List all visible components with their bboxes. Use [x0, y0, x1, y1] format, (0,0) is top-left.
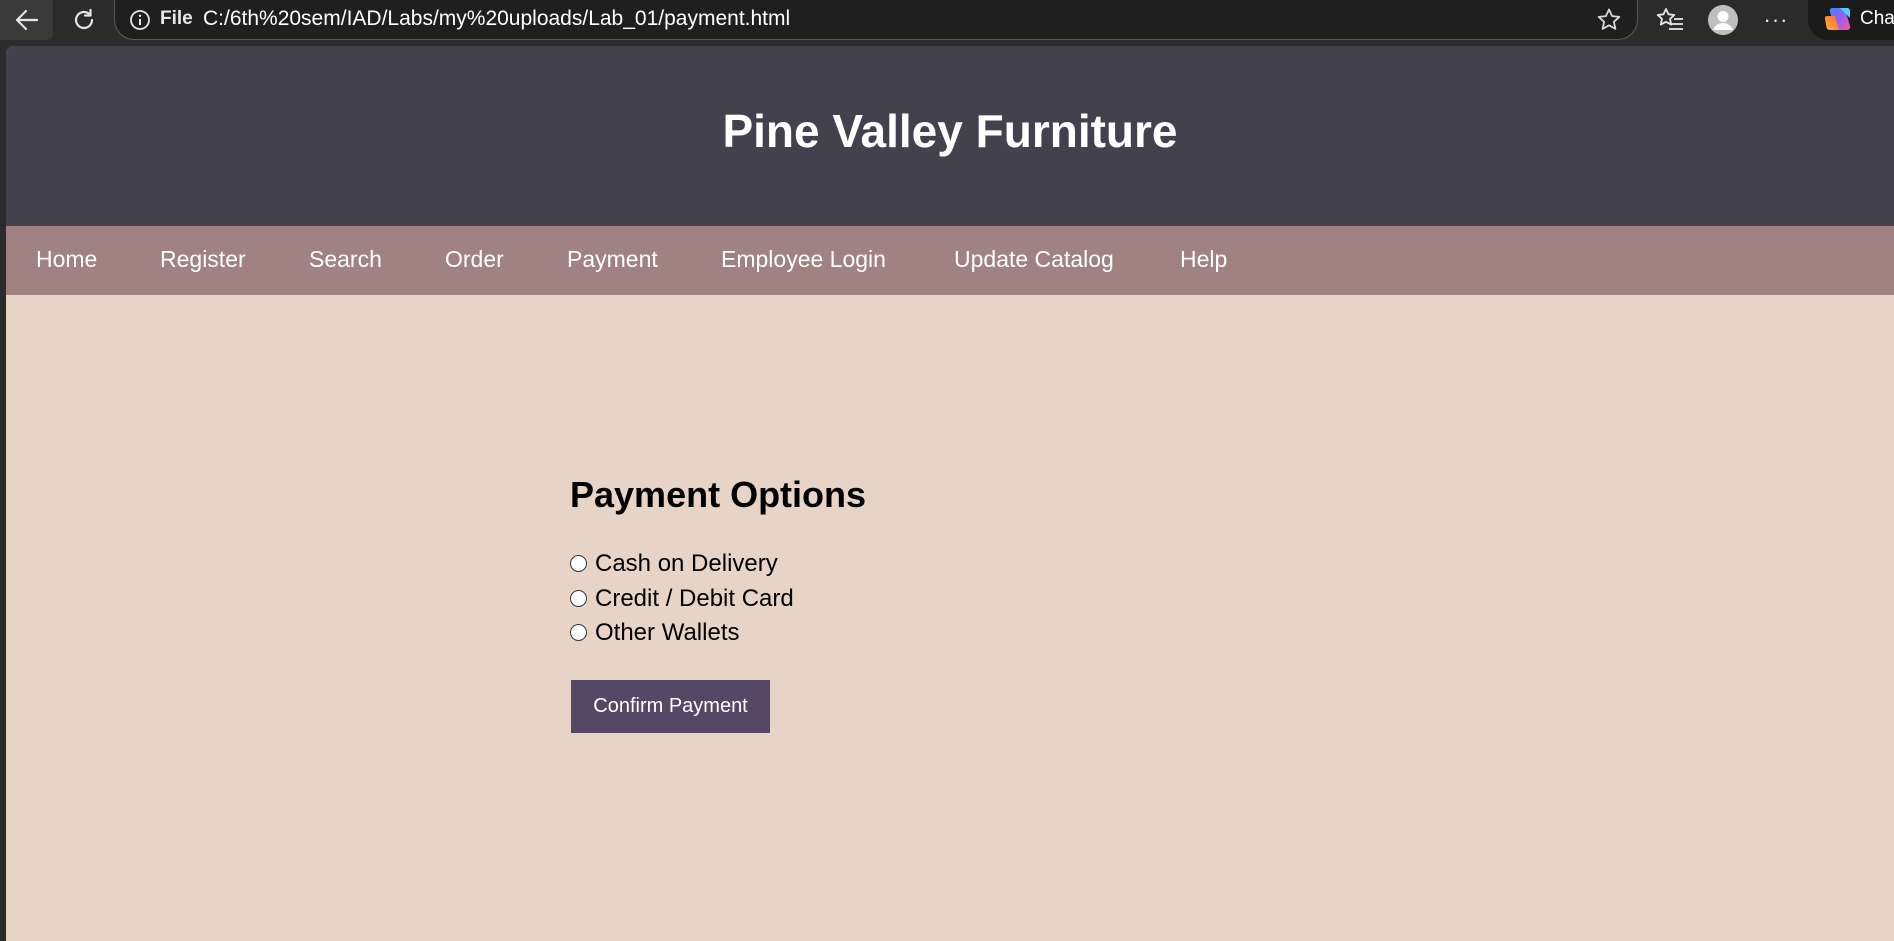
info-icon[interactable]: [129, 9, 151, 31]
profile-icon[interactable]: [1707, 4, 1739, 36]
other-wallets-label[interactable]: Other Wallets: [595, 619, 739, 647]
favorites-star-list-icon: [1656, 8, 1683, 30]
back-button[interactable]: [0, 0, 53, 40]
credit-debit-card-label[interactable]: Credit / Debit Card: [595, 585, 794, 613]
payment-option-cash[interactable]: Cash on Delivery: [570, 549, 778, 579]
reload-icon: [74, 8, 93, 30]
favorites-icon[interactable]: [1654, 4, 1686, 36]
copilot-button[interactable]: Chat: [1808, 0, 1894, 40]
copilot-icon: [1824, 8, 1851, 30]
payment-option-wallets[interactable]: Other Wallets: [570, 618, 739, 648]
nav-link-help[interactable]: Help: [1180, 246, 1227, 273]
nav-link-payment[interactable]: Payment: [567, 246, 658, 273]
address-bar[interactable]: File C:/6th%20sem/IAD/Labs/my%20uploads/…: [114, 0, 1638, 40]
browser-toolbar: File C:/6th%20sem/IAD/Labs/my%20uploads/…: [0, 0, 1894, 40]
site-header: Pine Valley Furniture: [6, 46, 1894, 226]
confirm-payment-button[interactable]: Confirm Payment: [571, 680, 770, 733]
nav-link-search[interactable]: Search: [309, 246, 382, 273]
more-options-icon[interactable]: ···: [1760, 4, 1792, 36]
nav-link-order[interactable]: Order: [445, 246, 504, 273]
credit-debit-card-radio[interactable]: [570, 589, 587, 607]
main-nav: Home Register Search Order Payment Emplo…: [6, 226, 1894, 295]
cash-on-delivery-label[interactable]: Cash on Delivery: [595, 550, 778, 578]
cash-on-delivery-radio[interactable]: [570, 554, 587, 572]
nav-link-employee-login[interactable]: Employee Login: [721, 246, 886, 273]
page-title: Pine Valley Furniture: [722, 105, 1178, 157]
payment-option-card[interactable]: Credit / Debit Card: [570, 584, 794, 614]
nav-link-home[interactable]: Home: [36, 246, 97, 273]
address-scheme-label: File: [160, 8, 193, 29]
payment-options-heading: Payment Options: [570, 474, 867, 515]
copilot-label: Chat: [1860, 8, 1894, 29]
url-text[interactable]: C:/6th%20sem/IAD/Labs/my%20uploads/Lab_0…: [203, 7, 790, 31]
star-icon[interactable]: [1595, 6, 1623, 34]
nav-link-update-catalog[interactable]: Update Catalog: [954, 246, 1114, 273]
reload-button[interactable]: [57, 0, 110, 40]
nav-link-register[interactable]: Register: [160, 246, 246, 273]
page-viewport: Pine Valley Furniture Home Register Sear…: [6, 46, 1894, 941]
other-wallets-radio[interactable]: [570, 623, 587, 641]
avatar: [1708, 5, 1738, 35]
back-arrow-icon: [15, 9, 38, 31]
